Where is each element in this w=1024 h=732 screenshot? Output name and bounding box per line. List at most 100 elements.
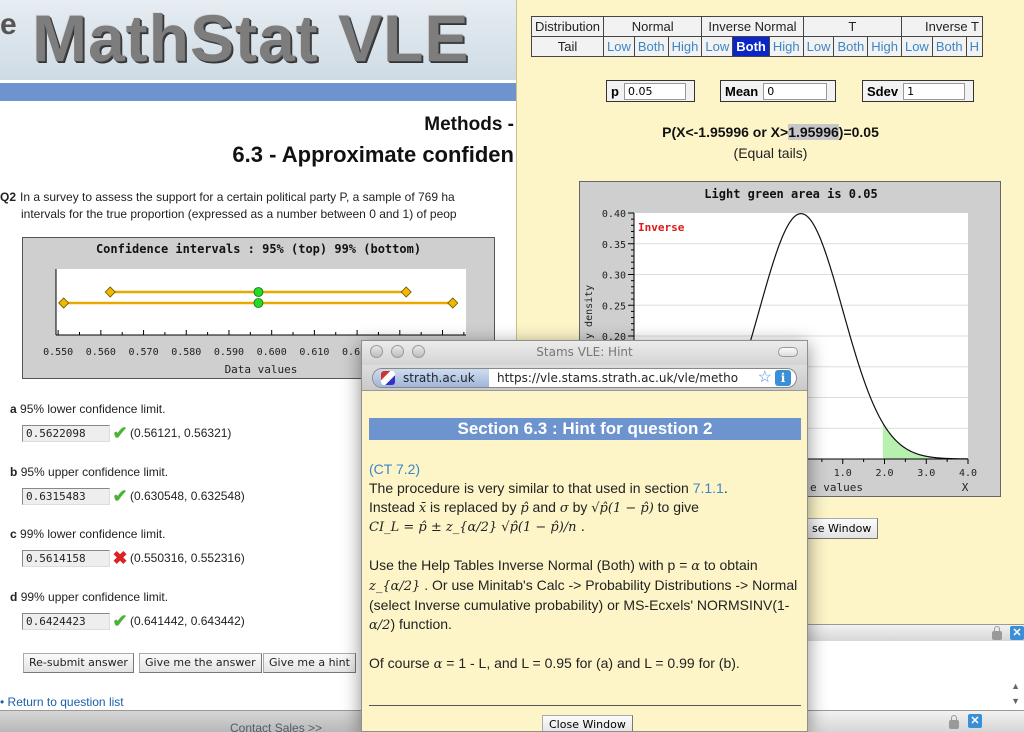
question-text: Q2 In a survey to assess the support for …: [0, 189, 457, 223]
part-d-input[interactable]: [22, 612, 110, 630]
part-c-label: c 99% lower confidence limit.: [10, 527, 166, 541]
density-y-tick-label: 0.35: [602, 240, 626, 251]
close-window-icon[interactable]: [370, 345, 383, 358]
ci-chart-title: Confidence intervals : 95% (top) 99% (bo…: [95, 242, 422, 256]
result-subtitle: (Equal tails): [733, 145, 808, 161]
ci-x-tick-label: 0.560: [86, 347, 116, 358]
part-a-input[interactable]: [22, 424, 110, 442]
give-answer-button[interactable]: Give me the answer: [139, 653, 262, 673]
resubmit-answer-button[interactable]: Re-submit answer: [23, 653, 134, 673]
density-x-axis-label: X: [962, 481, 969, 494]
dist-inverse-normal: Inverse Normal: [701, 16, 804, 37]
site-label: strath.ac.uk: [403, 371, 475, 385]
density-x-tick-label: 1.0: [834, 468, 852, 479]
p-input[interactable]: [623, 82, 686, 100]
hint-heading: Section 6.3 : Hint for question 2: [369, 418, 801, 440]
hint-body: (CT 7.2) The procedure is very similar t…: [369, 460, 804, 693]
xmarks-icon[interactable]: ✕: [968, 714, 982, 728]
hint-window-title: Stams VLE: Hint: [536, 345, 633, 359]
hint-close-window-button[interactable]: Close Window: [542, 715, 633, 731]
question-line-2: intervals for the true proportion (expre…: [21, 207, 457, 221]
scroll-down-icon[interactable]: ▼: [1011, 696, 1020, 706]
correct-check-icon: ✔: [112, 486, 128, 506]
hint-titlebar[interactable]: Stams VLE: Hint: [362, 341, 807, 365]
part-d-answer: ✔ (0.641442, 0.643442): [22, 612, 245, 630]
sdev-param: Sdev: [862, 80, 974, 102]
tail-tab-h-3[interactable]: H: [965, 36, 983, 57]
tail-tab-high-1[interactable]: High: [768, 36, 804, 57]
tail-tab-both-3[interactable]: Both: [931, 36, 967, 57]
probability-result: P(X<-1.95996 or X>1.95996)=0.05: [662, 124, 879, 140]
part-c-range: (0.550316, 0.552316): [130, 551, 245, 565]
site-identity-chip[interactable]: strath.ac.uk: [373, 369, 489, 387]
lock-icon: [949, 715, 959, 729]
mean-input[interactable]: [763, 82, 828, 100]
give-hint-button[interactable]: Give me a hint: [263, 653, 356, 673]
ci-x-tick-label: 0.600: [257, 347, 287, 358]
minimize-window-icon[interactable]: [391, 345, 404, 358]
result-highlight: 1.95996: [788, 124, 839, 140]
site-favicon-icon: [381, 371, 395, 385]
part-b-input[interactable]: [22, 487, 110, 505]
question-line-1: In a survey to assess the support for a …: [20, 190, 455, 204]
correct-check-icon: ✔: [112, 423, 128, 443]
part-a-answer: ✔ (0.56121, 0.56321): [22, 424, 231, 442]
part-c-answer: ✖ (0.550316, 0.552316): [22, 549, 245, 567]
part-a-label: a 95% lower confidence limit.: [10, 402, 166, 416]
divider: [369, 705, 801, 706]
dist-normal: Normal: [603, 16, 703, 37]
ci-center-marker: [253, 298, 264, 308]
inverse-annotation: Inverse: [638, 221, 685, 234]
tail-header: Tail: [530, 36, 605, 57]
tail-tab-high-2[interactable]: High: [867, 36, 902, 57]
p-param: p: [606, 80, 695, 102]
sdev-input[interactable]: [903, 82, 966, 100]
tail-tab-low-3[interactable]: Low: [900, 36, 933, 57]
banner-edge-text: e: [0, 8, 17, 41]
background-browser-chrome: ✕ ▲ ▼ ✕: [802, 624, 1024, 732]
tail-tab-both-1[interactable]: Both: [732, 36, 770, 57]
tail-tab-both-0[interactable]: Both: [633, 36, 669, 57]
tail-tab-both-2[interactable]: Both: [833, 36, 869, 57]
part-b-label: b 95% upper confidence limit.: [10, 465, 169, 479]
url-field[interactable]: strath.ac.uk https://vle.stams.strath.ac…: [372, 368, 797, 388]
ci-x-tick-label: 0.590: [214, 347, 244, 358]
info-icon[interactable]: i: [775, 370, 791, 386]
ci-x-tick-label: 0.610: [299, 347, 329, 358]
part-d-label: d 99% upper confidence limit.: [10, 590, 169, 604]
tail-tab-low-1[interactable]: Low: [701, 36, 734, 57]
bookmark-star-icon[interactable]: ☆: [758, 369, 772, 387]
tail-tab-high-0[interactable]: High: [667, 36, 703, 57]
dist-t: T: [802, 16, 902, 37]
density-chart-title: Light green area is 0.05: [704, 187, 877, 201]
sdev-label: Sdev: [867, 83, 899, 99]
part-b-answer: ✔ (0.630548, 0.632548): [22, 487, 245, 505]
section-heading: 6.3 - Approximate confiden: [232, 142, 514, 167]
ci-x-tick-label: 0.580: [171, 347, 201, 358]
mean-param: Mean: [720, 80, 836, 102]
tables-close-window-button[interactable]: se Window: [805, 518, 879, 539]
status-bar-top: ✕: [802, 624, 1024, 641]
zoom-window-icon[interactable]: [412, 345, 425, 358]
ci-x-axis-label: Data values: [225, 363, 298, 376]
xmarks-icon[interactable]: ✕: [1010, 626, 1024, 640]
scroll-up-icon[interactable]: ▲: [1011, 681, 1020, 691]
background-page-area: ▲ ▼: [802, 641, 1024, 711]
distribution-selector: Distribution Normal Inverse Normal T Inv…: [530, 16, 983, 57]
part-c-input[interactable]: [22, 549, 110, 567]
ci-x-tick-label: 0.550: [43, 347, 73, 358]
ci-x-tick-label: 0.570: [128, 347, 158, 358]
part-a-range: (0.56121, 0.56321): [130, 426, 232, 440]
dist-inverse-t: Inverse T: [900, 16, 983, 37]
correct-check-icon: ✔: [112, 611, 128, 631]
return-to-question-list-link[interactable]: • Return to question list: [0, 695, 124, 709]
hint-line-1: The procedure is very similar to that us…: [369, 480, 728, 496]
part-b-range: (0.630548, 0.632548): [130, 489, 245, 503]
toolbar-toggle-icon[interactable]: [778, 347, 798, 357]
tail-tab-low-2[interactable]: Low: [802, 36, 835, 57]
tail-tab-low-0[interactable]: Low: [603, 36, 635, 57]
density-x-tick-label: 3.0: [917, 468, 935, 479]
section-link[interactable]: 7.1.1: [693, 480, 724, 496]
density-y-tick-label: 0.40: [602, 209, 626, 220]
url-text[interactable]: https://vle.stams.strath.ac.uk/vle/metho: [497, 369, 752, 387]
